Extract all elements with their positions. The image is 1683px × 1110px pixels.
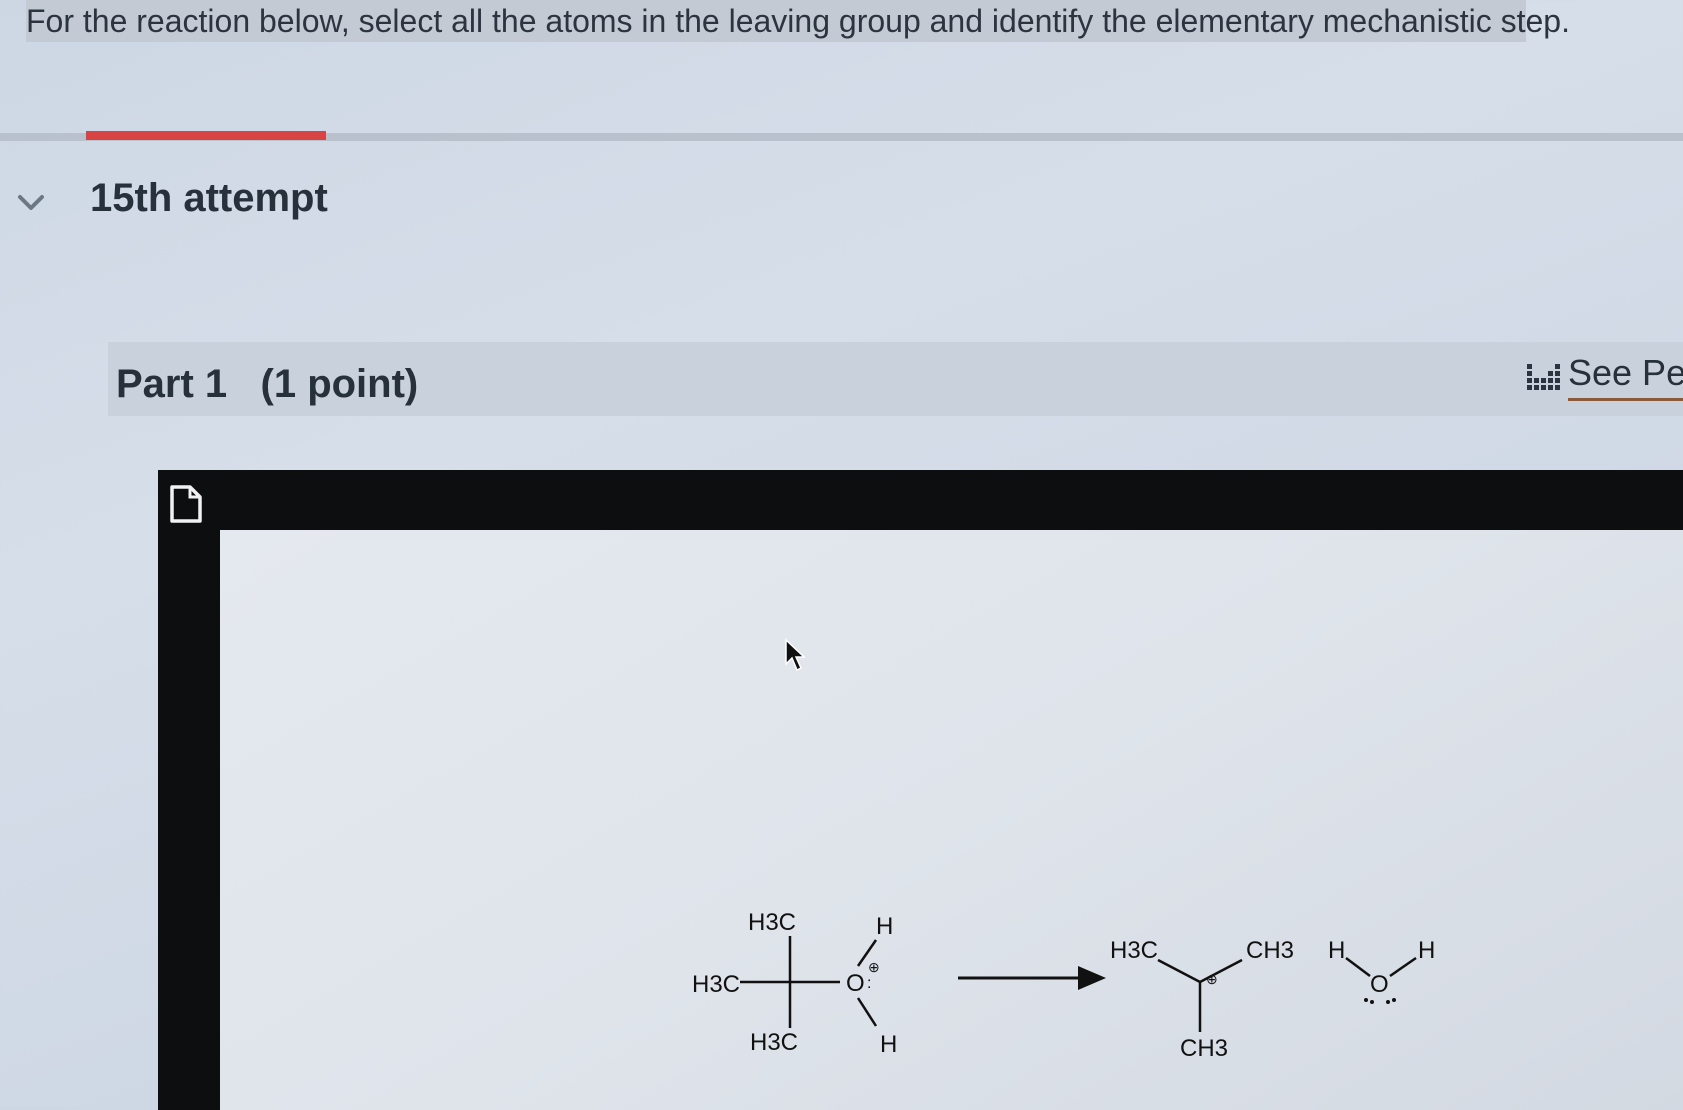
cation-right-group: CH3 bbox=[1246, 937, 1294, 964]
reaction-scheme: H3C H3C H3C O : ⊕ H H H3C CH3 CH3 ⊕ H O … bbox=[692, 909, 1435, 1062]
reactant-oxygen: O bbox=[846, 970, 865, 997]
question-banner: For the reaction below, select all the a… bbox=[26, 0, 1570, 42]
water-h-right: H bbox=[1418, 937, 1435, 964]
carbocation-product[interactable]: H3C CH3 CH3 ⊕ bbox=[1110, 937, 1294, 1062]
reactant-lone-pair: : bbox=[867, 975, 871, 992]
reactant-molecule[interactable]: H3C H3C H3C O : ⊕ H H bbox=[692, 909, 897, 1058]
document-icon[interactable] bbox=[168, 484, 204, 524]
cation-left-group: H3C bbox=[1110, 937, 1158, 964]
see-periodic-link[interactable]: See Per bbox=[1526, 352, 1683, 401]
water-h-left: H bbox=[1328, 937, 1345, 964]
question-text: For the reaction below, select all the a… bbox=[26, 2, 1570, 39]
see-periodic-label: See Per bbox=[1568, 352, 1683, 401]
water-product[interactable]: H O H bbox=[1328, 937, 1435, 1004]
cation-charge: ⊕ bbox=[1206, 971, 1218, 987]
water-oxygen: O bbox=[1370, 971, 1389, 998]
part-title: Part 1 (1 point) bbox=[116, 362, 419, 406]
reaction-arrow bbox=[958, 966, 1106, 990]
reactant-h-top: H bbox=[876, 913, 893, 940]
attempt-progress-bar bbox=[86, 131, 326, 140]
periodic-table-icon bbox=[1527, 363, 1560, 390]
reactant-charge: ⊕ bbox=[868, 959, 880, 975]
chevron-down-icon[interactable] bbox=[14, 186, 48, 220]
reactant-bottom-group: H3C bbox=[750, 1029, 798, 1056]
reactant-h-bottom: H bbox=[880, 1031, 897, 1058]
mouse-cursor-icon bbox=[785, 638, 806, 672]
reactant-top-group: H3C bbox=[748, 909, 796, 936]
cation-bottom-group: CH3 bbox=[1180, 1035, 1228, 1062]
attempt-label[interactable]: 15th attempt bbox=[90, 176, 328, 221]
reactant-left-group: H3C bbox=[692, 971, 740, 998]
